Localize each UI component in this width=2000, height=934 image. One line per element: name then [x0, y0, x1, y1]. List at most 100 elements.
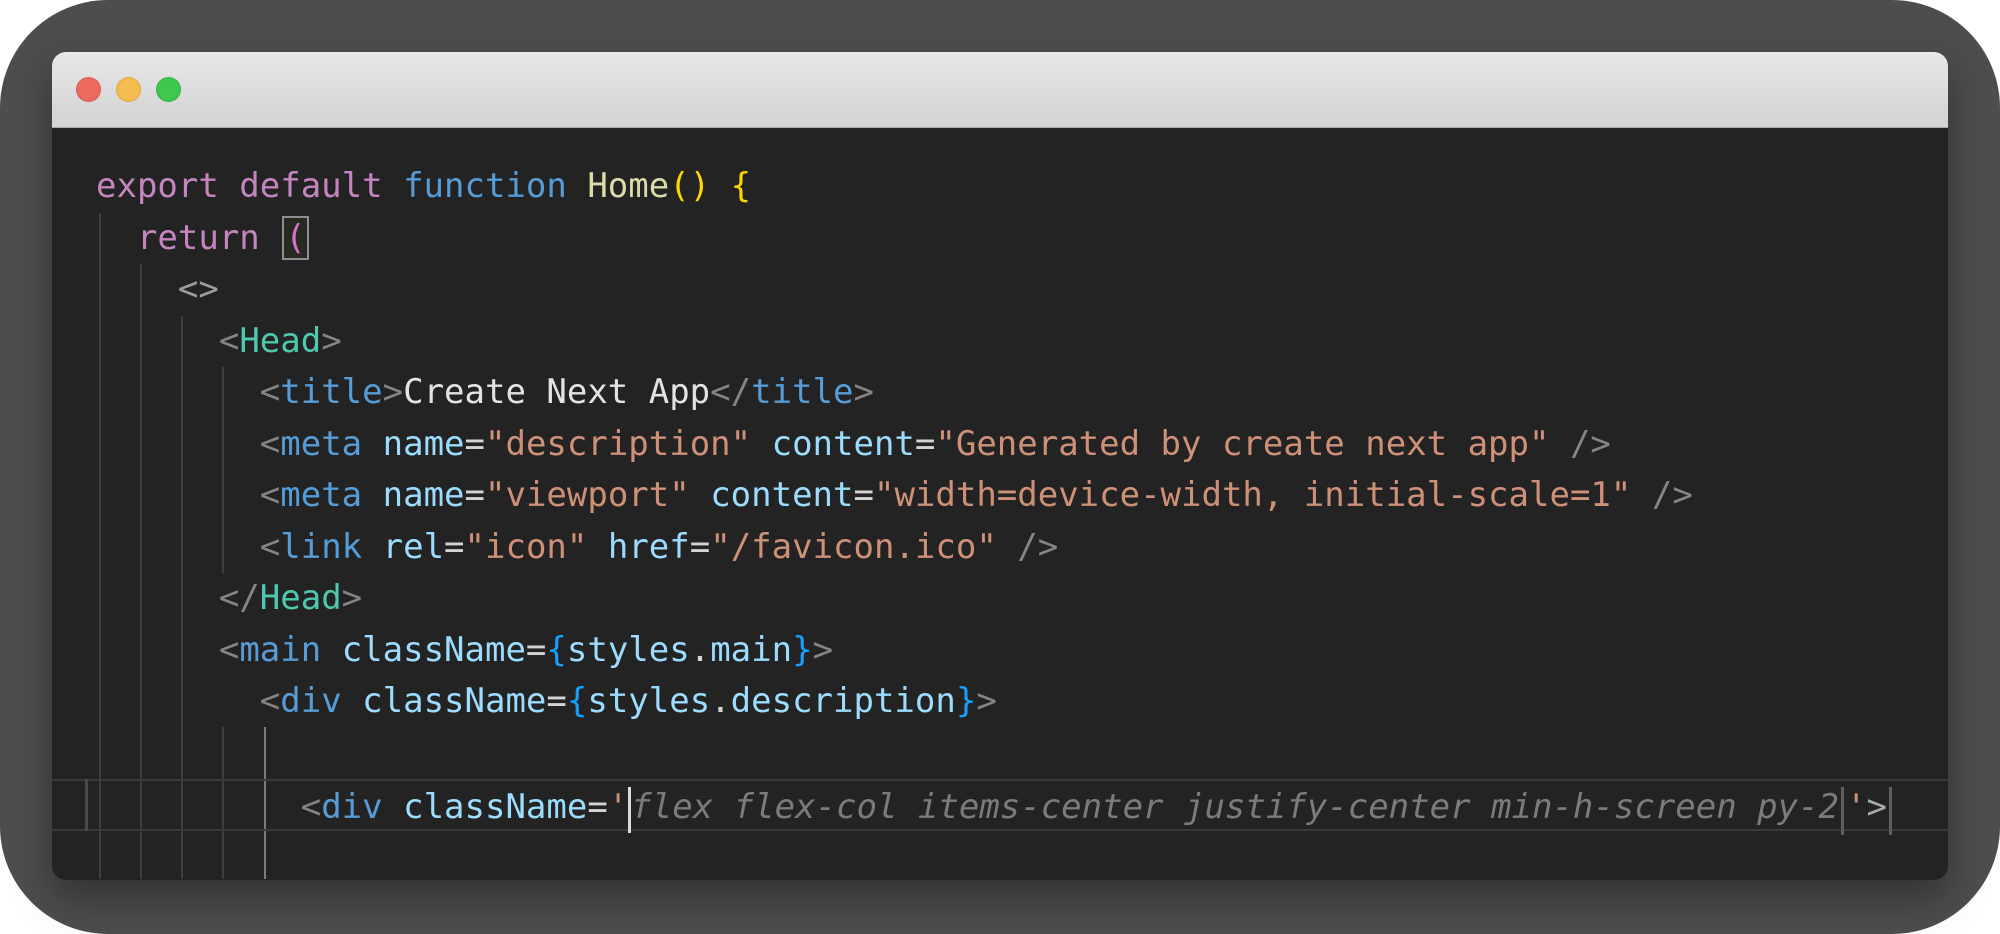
code-token: Head	[239, 321, 321, 361]
code-token: />	[1017, 527, 1058, 567]
code-token: >	[976, 681, 996, 721]
code-token	[362, 424, 382, 464]
code-token: "/favicon.ico"	[710, 527, 997, 567]
code-token: }	[956, 681, 976, 721]
code-token: =	[853, 475, 873, 515]
code-token: export default	[96, 166, 383, 206]
minimize-button[interactable]	[116, 77, 141, 102]
code-token	[997, 527, 1017, 567]
code-token: className	[342, 630, 526, 670]
code-token	[383, 787, 403, 827]
code-token: <	[260, 424, 280, 464]
code-token	[96, 269, 178, 309]
code-token	[321, 630, 341, 670]
suggestion-boundary-bar	[1841, 787, 1844, 835]
code-token: {	[567, 681, 587, 721]
code-line-current: <div className='flex flex-col items-cent…	[52, 779, 1948, 831]
code-token: link	[280, 527, 362, 567]
code-token	[260, 218, 280, 258]
code-token	[96, 527, 260, 567]
code-token	[1631, 475, 1651, 515]
code-line: <div className={styles.description}>	[52, 676, 1948, 728]
code-token: =	[915, 424, 935, 464]
code-token	[710, 166, 730, 206]
code-token: div	[280, 681, 341, 721]
code-editor[interactable]: export default function Home() { return …	[52, 128, 1948, 879]
code-token: >	[853, 372, 873, 412]
code-token	[587, 527, 607, 567]
code-token: <	[260, 475, 280, 515]
code-token: href	[608, 527, 690, 567]
code-line	[52, 728, 1948, 780]
code-token: '	[1846, 787, 1866, 827]
code-token: Head	[260, 578, 342, 618]
code-token: className	[362, 681, 546, 721]
code-token: name	[383, 475, 465, 515]
code-token: }	[792, 630, 812, 670]
code-token	[96, 372, 260, 412]
code-line: <meta name="viewport" content="width=dev…	[52, 470, 1948, 522]
code-token	[567, 166, 587, 206]
code-token	[751, 424, 771, 464]
code-token: main	[710, 630, 792, 670]
code-token: =	[444, 527, 464, 567]
code-token: function	[403, 166, 567, 206]
code-token: =	[690, 527, 710, 567]
code-token: Home	[587, 166, 669, 206]
code-token	[1549, 424, 1569, 464]
code-line: <title>Create Next App</title>	[52, 367, 1948, 419]
code-token: "icon"	[465, 527, 588, 567]
code-token: return	[137, 218, 260, 258]
code-token: />	[1652, 475, 1693, 515]
code-token: <	[260, 527, 280, 567]
code-token: ()	[669, 166, 710, 206]
code-token: =	[546, 681, 566, 721]
code-token: >	[321, 321, 341, 361]
code-token: description	[731, 681, 956, 721]
code-token: <	[219, 321, 239, 361]
suggestion-boundary-bar	[1889, 787, 1892, 835]
code-token	[96, 321, 219, 361]
code-token: styles	[587, 681, 710, 721]
window-titlebar	[52, 52, 1948, 128]
close-button[interactable]	[76, 77, 101, 102]
code-token	[96, 424, 260, 464]
code-token: "viewport"	[485, 475, 690, 515]
code-token: .	[690, 630, 710, 670]
code-content: export default function Home() { return …	[52, 161, 1948, 831]
code-token	[96, 475, 260, 515]
text-cursor	[628, 787, 631, 833]
code-token: =	[587, 787, 607, 827]
code-token: >	[1867, 787, 1887, 827]
screenshot-stage: export default function Home() { return …	[0, 0, 2000, 934]
code-token: styles	[567, 630, 690, 670]
code-token: </	[710, 372, 751, 412]
code-token	[96, 681, 260, 721]
code-token: '	[608, 787, 628, 827]
code-token: <>	[178, 269, 219, 309]
code-line: <main className={styles.main}>	[52, 625, 1948, 677]
code-token: >	[383, 372, 403, 412]
code-token	[690, 475, 710, 515]
code-line: <meta name="description" content="Genera…	[52, 419, 1948, 471]
code-line: <>	[52, 264, 1948, 316]
code-token: className	[403, 787, 587, 827]
code-token	[362, 475, 382, 515]
code-token	[96, 787, 301, 827]
code-token: =	[465, 475, 485, 515]
code-line: return (	[52, 213, 1948, 265]
code-token: meta	[280, 475, 362, 515]
code-line: <Head>	[52, 316, 1948, 368]
code-token: =	[465, 424, 485, 464]
zoom-button[interactable]	[156, 77, 181, 102]
bracket-match-highlight: (	[282, 216, 308, 260]
code-token: <	[301, 787, 321, 827]
code-token: Create Next App	[403, 372, 710, 412]
ghost-suggestion-text: flex flex-col items-center justify-cente…	[631, 787, 1839, 827]
code-token: >	[342, 578, 362, 618]
code-token: {	[731, 166, 751, 206]
code-token	[96, 630, 219, 670]
code-line: </Head>	[52, 573, 1948, 625]
code-token: title	[280, 372, 382, 412]
code-token: "Generated by create next app"	[935, 424, 1549, 464]
